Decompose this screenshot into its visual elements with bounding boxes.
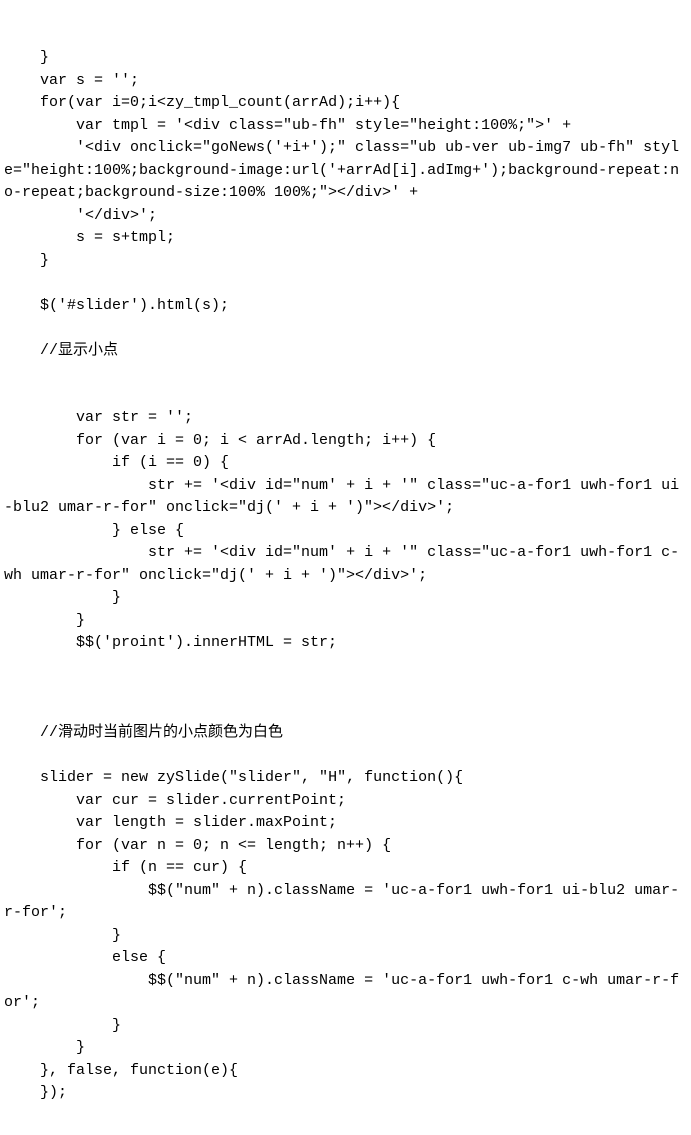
code-page: } var s = ''; for(var i=0;i<zy_tmpl_coun… [0,0,691,1135]
code-block: } var s = ''; for(var i=0;i<zy_tmpl_coun… [4,47,687,1105]
